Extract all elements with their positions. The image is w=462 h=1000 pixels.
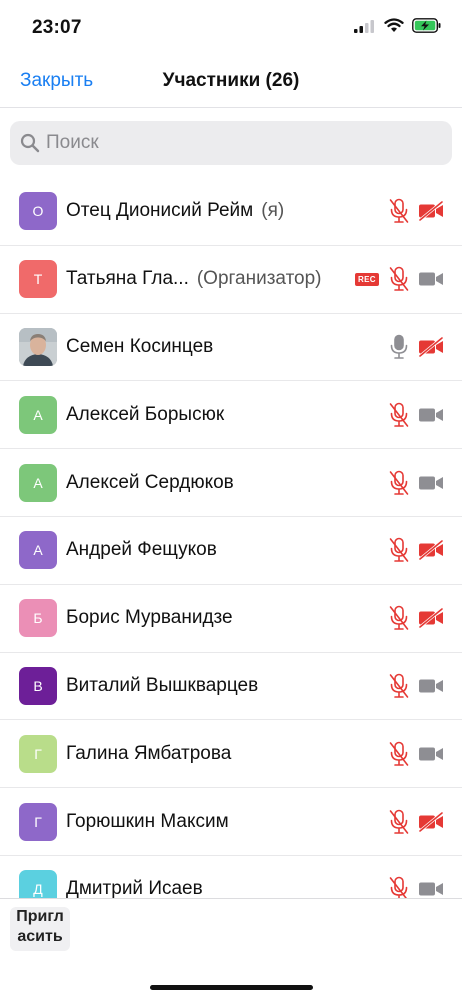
- participant-role: (я): [261, 200, 285, 222]
- avatar: А: [19, 463, 57, 502]
- microphone-muted-icon: [389, 809, 409, 835]
- participant-row[interactable]: А Алексей Борысюк: [0, 381, 462, 450]
- video-camera-icon: [418, 473, 444, 493]
- participant-name-group: Дмитрий Исаев: [66, 878, 382, 898]
- avatar: О: [19, 192, 57, 231]
- participant-name-group: Семен Косинцев: [66, 336, 382, 358]
- participant-name-group: Алексей Сердюков: [66, 472, 382, 494]
- participant-name-group: Виталий Вышкварцев: [66, 675, 382, 697]
- avatar: А: [19, 531, 57, 570]
- avatar-initial: Т: [33, 271, 43, 288]
- participant-row[interactable]: А Андрей Фещуков: [0, 517, 462, 585]
- participant-row[interactable]: О Отец Дионисий Рейм (я): [0, 178, 462, 246]
- status-time: 23:07: [32, 17, 82, 38]
- invite-label-line1: Пригл: [16, 908, 64, 925]
- participant-name-group: Борис Мурванидзе: [66, 607, 382, 629]
- participant-name: Семен Косинцев: [66, 335, 214, 357]
- participant-row[interactable]: Б Борис Мурванидзе: [0, 585, 462, 653]
- participant-role: (Организатор): [196, 268, 322, 290]
- battery-charging-icon: [412, 18, 441, 33]
- avatar: А: [19, 395, 57, 434]
- home-indicator: [150, 985, 313, 990]
- participant-name: Андрей Фещуков: [66, 539, 217, 561]
- participant-row[interactable]: Семен Косинцев: [0, 314, 462, 382]
- video-camera-icon: [418, 744, 444, 764]
- video-camera-off-icon: [418, 336, 444, 358]
- microphone-muted-icon: [389, 605, 409, 631]
- video-camera-icon: [418, 676, 444, 696]
- microphone-icon: [389, 334, 409, 360]
- avatar-initial: А: [33, 474, 43, 491]
- video-camera-icon: [418, 269, 444, 289]
- participant-row[interactable]: Д Дмитрий Исаев: [0, 856, 462, 898]
- microphone-muted-icon: [389, 741, 409, 767]
- avatar-initial: О: [32, 203, 44, 220]
- microphone-muted-icon: [389, 673, 409, 699]
- wifi-icon: [384, 18, 404, 32]
- microphone-muted-icon: [389, 537, 409, 563]
- avatar: Т: [19, 260, 57, 299]
- avatar-initial: А: [33, 542, 43, 559]
- avatar-initial: Г: [34, 745, 42, 762]
- participant-name-group: Алексей Борысюк: [66, 404, 382, 426]
- participant-list[interactable]: О Отец Дионисий Рейм (я) Т Татьяна Гла... (Ор…: [0, 178, 462, 898]
- avatar-initial: Г: [34, 813, 42, 830]
- video-camera-icon: [418, 405, 444, 425]
- avatar: Б: [19, 599, 57, 638]
- microphone-muted-icon: [389, 266, 409, 292]
- avatar-initial: А: [33, 406, 43, 423]
- status-icons: [354, 18, 442, 33]
- avatar-initial: Д: [33, 881, 43, 898]
- participant-name: Алексей Сердюков: [66, 471, 234, 493]
- participant-name: Борис Мурванидзе: [66, 607, 233, 629]
- participant-name-group: Горюшкин Максим: [66, 811, 382, 833]
- microphone-muted-icon: [389, 876, 409, 898]
- participant-row[interactable]: А Алексей Сердюков: [0, 449, 462, 517]
- participant-name-group: Татьяна Гла... (Организатор): [66, 268, 382, 290]
- participant-name: Галина Ямбатрова: [66, 742, 232, 764]
- participant-row[interactable]: Г Горюшкин Максим: [0, 788, 462, 856]
- participant-name-group: Андрей Фещуков: [66, 539, 382, 561]
- search-bar[interactable]: [10, 121, 452, 165]
- participant-row[interactable]: В Виталий Вышкварцев: [0, 653, 462, 721]
- participant-name: Дмитрий Исаев: [66, 878, 203, 898]
- microphone-muted-icon: [389, 402, 409, 428]
- participant-name: Горюшкин Максим: [66, 810, 229, 832]
- status-bar: 23:07: [0, 0, 462, 56]
- avatar: Г: [19, 734, 57, 773]
- participant-name: Отец Дионисий Рейм: [66, 200, 254, 222]
- participant-name-group: Отец Дионисий Рейм (я): [66, 200, 382, 222]
- avatar: Д: [19, 870, 57, 898]
- video-camera-off-icon: [418, 811, 444, 832]
- avatar-initial: Б: [33, 610, 43, 627]
- avatar-initial: В: [33, 677, 43, 694]
- participant-name: Татьяна Гла...: [66, 268, 189, 290]
- search-input[interactable]: [46, 132, 426, 154]
- participant-name: Виталий Вышкварцев: [66, 674, 259, 696]
- avatar: В: [19, 666, 57, 705]
- video-camera-icon: [418, 879, 444, 898]
- participant-name: Алексей Борысюк: [66, 403, 225, 425]
- video-camera-off-icon: [418, 608, 444, 629]
- participant-row[interactable]: Т Татьяна Гла... (Организатор) REC: [0, 246, 462, 314]
- avatar: Г: [19, 802, 57, 841]
- search-icon: [20, 133, 40, 153]
- avatar-photo: [19, 327, 57, 366]
- bottom-toolbar: Пригл асить: [0, 898, 462, 1000]
- invite-button[interactable]: Пригл асить: [10, 907, 70, 951]
- nav-bar: Закрыть Участники (26): [0, 56, 462, 108]
- participant-row[interactable]: Г Галина Ямбатрова: [0, 720, 462, 789]
- close-button[interactable]: Закрыть: [20, 70, 93, 92]
- video-camera-off-icon: [418, 540, 444, 561]
- microphone-muted-icon: [389, 470, 409, 496]
- invite-label-line2: асить: [17, 928, 63, 945]
- microphone-muted-icon: [389, 198, 409, 224]
- video-camera-off-icon: [418, 201, 444, 222]
- recording-badge: REC: [355, 272, 379, 286]
- participant-name-group: Галина Ямбатрова: [66, 743, 382, 765]
- cellular-signal-icon: [354, 19, 374, 33]
